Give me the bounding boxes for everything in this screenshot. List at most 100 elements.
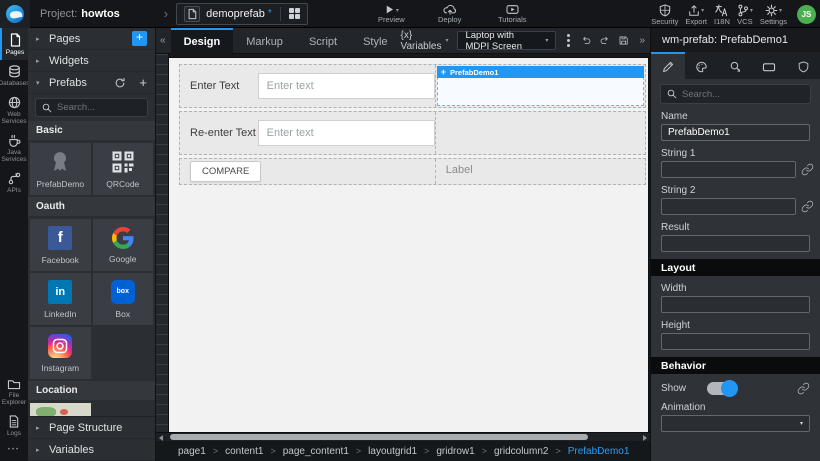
tutorials-button[interactable]: Tutorials <box>498 0 526 28</box>
section-prefabs[interactable]: ▾ Prefabs + <box>28 72 155 94</box>
grid-cell[interactable]: + PrefabDemo1 <box>436 65 645 107</box>
kebab-menu-icon[interactable] <box>565 34 572 47</box>
device-selector[interactable]: Laptop with MDPI Screen▾ <box>457 31 556 50</box>
enter-text-input[interactable]: Enter text <box>258 73 435 99</box>
prefab-tile-map[interactable] <box>30 403 91 416</box>
tab-design[interactable]: Design <box>171 28 234 54</box>
export-button[interactable]: ▾ Export <box>685 0 707 28</box>
rail-item-databases[interactable]: Databases <box>0 60 28 91</box>
undo-icon[interactable] <box>581 34 591 47</box>
layout-grid[interactable]: Enter Text Enter text + PrefabDemo1 <box>179 64 646 188</box>
breadcrumb-layoutgrid1[interactable]: layoutgrid1 <box>368 446 417 457</box>
variables-button[interactable]: {x} Variables▾ <box>401 30 449 52</box>
tab-security[interactable] <box>786 52 820 79</box>
reenter-text-input[interactable]: Enter text <box>258 120 435 146</box>
app-logo[interactable] <box>0 0 30 28</box>
animation-select[interactable]: ▾ <box>661 415 810 432</box>
tab-search-properties[interactable] <box>719 52 753 79</box>
collapse-panel-icon[interactable]: « <box>156 35 171 46</box>
name-input[interactable]: PrefabDemo1 <box>661 124 810 141</box>
section-variables[interactable]: ▸ Variables <box>28 439 155 461</box>
settings-button[interactable]: ▾ Settings <box>760 0 787 28</box>
bind-link-icon[interactable] <box>801 200 814 213</box>
page-tab-demoprefab[interactable]: demoprefab * <box>176 3 308 25</box>
prefab-list: Basic PrefabDemo QRCode Oauth <box>28 121 155 416</box>
canvas-toolbar: « Design Markup Script Style {x} Variabl… <box>156 28 650 54</box>
section-widgets[interactable]: ▸ Widgets <box>28 50 155 72</box>
bind-link-icon[interactable] <box>801 163 814 176</box>
result-input[interactable] <box>661 235 810 252</box>
preview-button[interactable]: ▾ Preview <box>378 0 405 28</box>
prefab-tile-qrcode[interactable]: QRCode <box>93 143 154 195</box>
grid-cell[interactable]: Enter Text Enter text <box>180 65 436 107</box>
breadcrumb-prefabdemo1[interactable]: PrefabDemo1 <box>568 446 630 457</box>
tab-properties[interactable] <box>651 52 685 79</box>
height-input[interactable] <box>661 333 810 350</box>
property-search-input[interactable]: Search... <box>660 84 811 104</box>
compare-button[interactable]: COMPARE <box>190 161 261 182</box>
more-tools-icon[interactable]: » <box>637 35 645 46</box>
horizontal-scrollbar[interactable] <box>156 432 650 441</box>
tab-styles[interactable] <box>685 52 719 79</box>
logs-icon <box>8 415 20 428</box>
rail-item-pages[interactable]: Pages <box>0 28 28 60</box>
rail-item-web-services[interactable]: Web Services <box>0 91 28 129</box>
breadcrumb-gridcolumn2[interactable]: gridcolumn2 <box>494 446 548 457</box>
rail-item-apis[interactable]: APIs <box>0 167 28 198</box>
section-pages[interactable]: ▸ Pages + <box>28 28 155 50</box>
widget-selection-header[interactable]: + PrefabDemo1 <box>437 66 644 78</box>
section-page-structure[interactable]: ▸ Page Structure <box>28 417 155 439</box>
refresh-icon[interactable] <box>114 77 126 89</box>
grid-cell[interactable]: Label <box>436 159 645 184</box>
add-prefab-button[interactable]: + <box>139 76 147 89</box>
user-avatar[interactable]: JS <box>797 5 816 24</box>
width-input[interactable] <box>661 296 810 313</box>
grid-cell[interactable]: COMPARE <box>180 159 436 184</box>
prefab-tile-google[interactable]: Google <box>93 219 154 271</box>
redo-icon[interactable] <box>600 34 610 47</box>
tab-markup[interactable]: Markup <box>233 28 296 54</box>
breadcrumb-page-content1[interactable]: page_content1 <box>283 446 349 457</box>
vcs-button[interactable]: ▾ VCS <box>737 0 753 28</box>
rail-item-logs[interactable]: Logs <box>0 410 28 441</box>
breadcrumb-content1[interactable]: content1 <box>225 446 263 457</box>
folder-icon <box>7 378 21 390</box>
pencil-icon <box>662 61 674 73</box>
show-toggle[interactable] <box>707 382 737 395</box>
grid-row-3[interactable]: COMPARE Label <box>179 158 646 185</box>
save-icon[interactable] <box>619 34 628 47</box>
selected-prefab-widget[interactable]: + PrefabDemo1 <box>437 66 644 106</box>
security-button[interactable]: Security <box>651 0 678 28</box>
pages-grid-icon[interactable] <box>289 8 300 19</box>
prefab-tile-box[interactable]: box Box <box>93 273 154 325</box>
page-icon <box>9 33 22 47</box>
prefab-tile-linkedin[interactable]: in LinkedIn <box>30 273 91 325</box>
rail-more-dots-icon[interactable]: ••• <box>0 441 28 461</box>
prefab-search-input[interactable]: Search... <box>35 98 148 117</box>
scrollbar-thumb[interactable] <box>170 434 588 440</box>
grid-cell[interactable]: Re-enter Text Enter text <box>180 112 436 154</box>
grid-row-1[interactable]: Enter Text Enter text + PrefabDemo1 <box>179 64 646 108</box>
grid-row-2[interactable]: Re-enter Text Enter text <box>179 111 646 155</box>
breadcrumb-gridrow1[interactable]: gridrow1 <box>436 446 474 457</box>
prefab-tile-instagram[interactable]: Instagram <box>30 327 91 379</box>
box-icon: box <box>111 280 135 304</box>
tab-script[interactable]: Script <box>296 28 350 54</box>
prefab-tile-prefabdemo[interactable]: PrefabDemo <box>30 143 91 195</box>
string1-input[interactable] <box>661 161 796 178</box>
tab-style[interactable]: Style <box>350 28 400 54</box>
breadcrumb-page1[interactable]: page1 <box>178 446 206 457</box>
rail-item-java-services[interactable]: Java Services <box>0 129 28 167</box>
tab-device[interactable] <box>752 52 786 79</box>
i18n-button[interactable]: I18N <box>714 0 730 28</box>
api-nodes-icon <box>8 172 21 185</box>
group-header-location: Location <box>28 381 155 401</box>
rail-item-file-explorer[interactable]: File Explorer <box>0 373 28 410</box>
design-canvas-page[interactable]: Enter Text Enter text + PrefabDemo1 <box>169 58 648 432</box>
deploy-button[interactable]: Deploy <box>438 0 461 28</box>
grid-cell[interactable] <box>436 112 645 154</box>
string2-input[interactable] <box>661 198 796 215</box>
add-page-button[interactable]: + <box>132 31 147 46</box>
bind-link-icon[interactable] <box>797 382 810 395</box>
prefab-tile-facebook[interactable]: f Facebook <box>30 219 91 271</box>
